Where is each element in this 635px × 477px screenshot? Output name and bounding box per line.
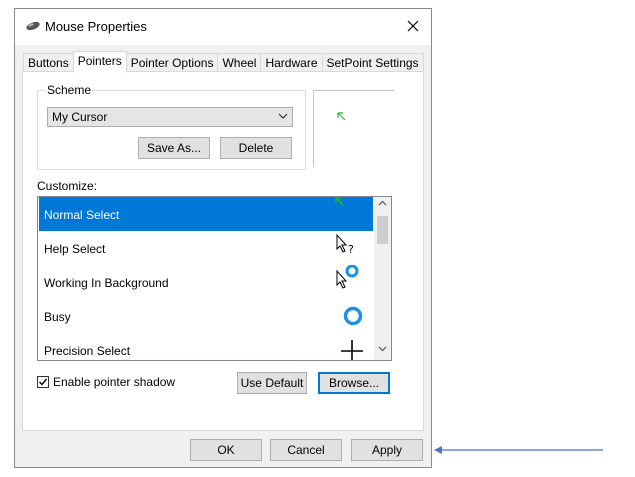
close-icon [407,20,419,32]
list-item-label: Working In Background [44,276,169,290]
shadow-checkbox[interactable] [37,376,49,388]
list-scrollbar[interactable] [374,197,391,360]
tab-buttons[interactable]: Buttons [23,53,74,72]
cursor-list[interactable]: Normal Select Help Select ? Working In B… [37,196,392,361]
green-arrow-cursor-icon [335,197,344,206]
svg-text:?: ? [348,243,354,256]
browse-button[interactable]: Browse... [318,372,390,394]
scheme-dropdown[interactable]: My Cursor [47,107,293,127]
annotation-arrow-icon [434,446,603,454]
list-item-precision-select[interactable]: Precision Select [39,333,373,360]
mouse-icon [26,21,40,31]
pointers-panel: Scheme My Cursor Save As... Delete Custo… [22,71,424,431]
apply-button[interactable]: Apply [351,439,423,461]
title-bar: Mouse Properties [15,9,431,45]
close-button[interactable] [399,13,427,39]
shadow-option: Enable pointer shadow [37,375,175,389]
customize-label: Customize: [37,179,98,193]
delete-button[interactable]: Delete [220,137,292,159]
tab-pointers[interactable]: Pointers [72,51,127,73]
scroll-thumb[interactable] [377,216,388,244]
cursor-preview [313,90,394,167]
use-default-button[interactable]: Use Default [237,372,307,394]
green-arrow-cursor-icon [337,112,346,121]
list-item-label: Busy [44,310,71,324]
help-cursor-icon: ? [336,233,354,256]
busy-ring-icon [343,306,363,326]
list-item-label: Help Select [44,242,106,256]
window-title: Mouse Properties [45,19,147,34]
list-item-normal-select[interactable]: Normal Select [39,197,373,231]
working-cursor-icon [336,265,359,289]
chevron-up-icon [378,200,387,206]
tab-strip: Buttons Pointers Pointer Options Wheel H… [23,51,424,73]
list-item-help-select[interactable]: Help Select ? [39,231,373,265]
checkmark-icon [39,378,48,386]
cancel-button[interactable]: Cancel [270,439,342,461]
chevron-down-icon [378,346,387,352]
crosshair-icon [341,340,363,360]
scroll-down-button[interactable] [374,344,391,358]
tab-hardware[interactable]: Hardware [260,53,323,72]
mouse-properties-window: Mouse Properties Buttons Pointers Pointe… [14,8,432,468]
tab-wheel[interactable]: Wheel [217,53,262,72]
save-as-button[interactable]: Save As... [138,137,210,159]
tab-setpoint-settings[interactable]: SetPoint Settings [321,53,424,72]
tab-pointer-options[interactable]: Pointer Options [125,53,219,72]
scheme-legend: Scheme [46,83,93,97]
list-item-label: Normal Select [44,208,120,222]
scheme-selected-value: My Cursor [52,110,108,124]
scroll-up-button[interactable] [374,199,391,213]
list-item-working-in-background[interactable]: Working In Background [39,265,373,299]
list-item-busy[interactable]: Busy [39,299,373,333]
scheme-group: Scheme My Cursor Save As... Delete [37,83,306,170]
ok-button[interactable]: OK [190,439,262,461]
list-item-label: Precision Select [44,344,131,358]
chevron-down-icon [278,113,288,119]
shadow-label: Enable pointer shadow [53,375,176,389]
